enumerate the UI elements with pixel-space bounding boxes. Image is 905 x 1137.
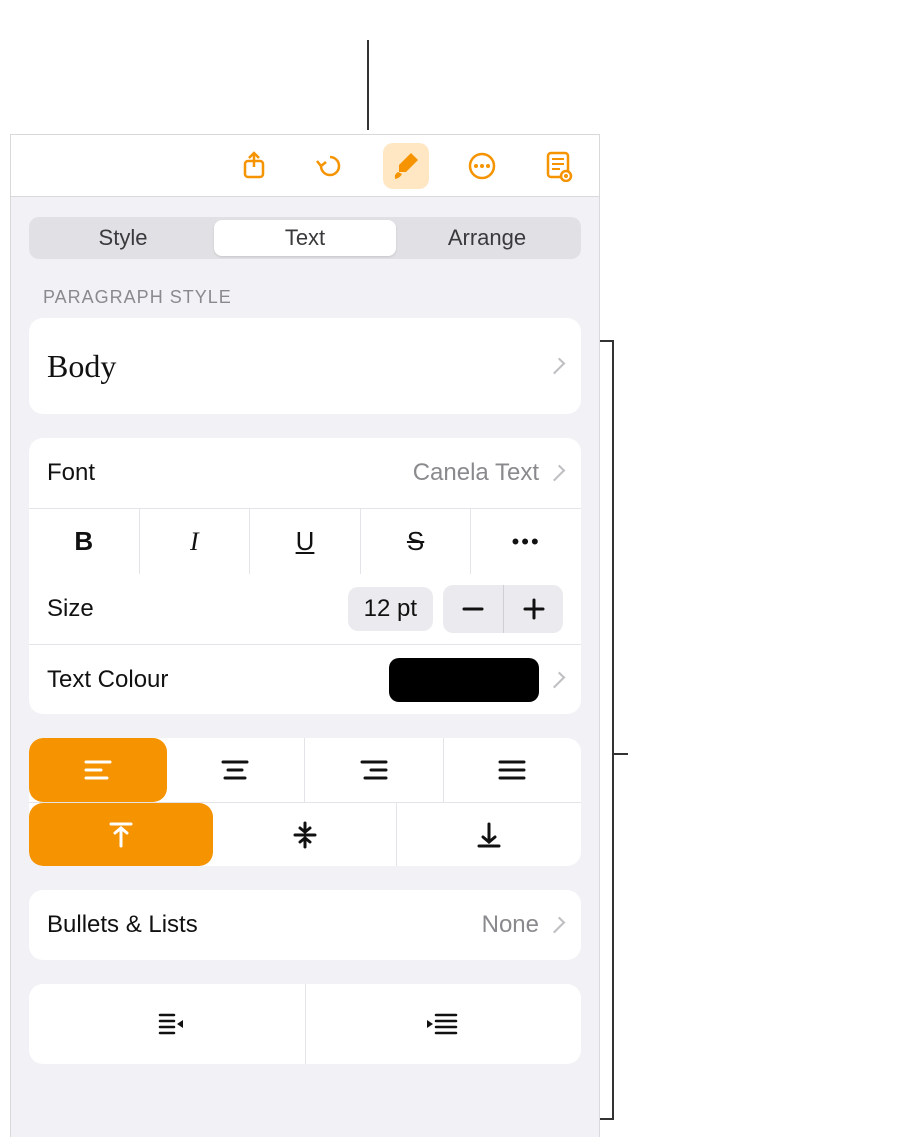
size-value[interactable]: 12 pt bbox=[348, 587, 433, 631]
paintbrush-icon[interactable] bbox=[383, 143, 429, 189]
font-row[interactable]: Font Canela Text bbox=[29, 438, 581, 508]
bold-button[interactable]: B bbox=[29, 509, 139, 574]
strikethrough-button[interactable]: S bbox=[360, 509, 471, 574]
bullets-value: None bbox=[482, 911, 539, 939]
text-colour-swatch[interactable] bbox=[389, 658, 539, 702]
chevron-right-icon bbox=[549, 358, 566, 375]
bullets-row[interactable]: Bullets & Lists None bbox=[29, 890, 581, 960]
tab-segmented-control: Style Text Arrange bbox=[29, 217, 581, 259]
paragraph-style-row[interactable]: Body bbox=[29, 318, 581, 414]
valign-bottom-button[interactable] bbox=[396, 803, 581, 866]
undo-icon[interactable] bbox=[307, 143, 353, 189]
more-text-options-button[interactable]: ••• bbox=[470, 509, 581, 574]
size-label: Size bbox=[47, 595, 94, 623]
align-left-button[interactable] bbox=[29, 738, 167, 802]
font-value: Canela Text bbox=[413, 459, 539, 487]
paragraph-style-section-label: PARAGRAPH STYLE bbox=[43, 287, 575, 308]
callout-line-top bbox=[367, 40, 369, 130]
vertical-align-row bbox=[29, 802, 581, 866]
text-colour-row[interactable]: Text Colour bbox=[29, 644, 581, 714]
chevron-right-icon bbox=[549, 671, 566, 688]
text-colour-label: Text Colour bbox=[47, 666, 168, 694]
font-style-row: B I U S ••• bbox=[29, 508, 581, 574]
paragraph-style-card: Body bbox=[29, 318, 581, 414]
indent-card bbox=[29, 984, 581, 1064]
bullets-card: Bullets & Lists None bbox=[29, 890, 581, 960]
chevron-right-icon bbox=[549, 465, 566, 482]
tab-text[interactable]: Text bbox=[214, 220, 396, 256]
valign-top-button[interactable] bbox=[29, 803, 213, 866]
size-row: Size 12 pt bbox=[29, 574, 581, 644]
chevron-right-icon bbox=[549, 917, 566, 934]
top-toolbar bbox=[11, 135, 599, 197]
font-card: Font Canela Text B I U S ••• Size 12 pt bbox=[29, 438, 581, 714]
underline-button[interactable]: U bbox=[249, 509, 360, 574]
size-stepper bbox=[443, 585, 563, 633]
share-icon[interactable] bbox=[231, 143, 277, 189]
outdent-button[interactable] bbox=[29, 984, 305, 1064]
alignment-card bbox=[29, 738, 581, 866]
size-decrease-button[interactable] bbox=[443, 585, 503, 633]
paragraph-style-name: Body bbox=[47, 348, 116, 385]
valign-middle-button[interactable] bbox=[213, 803, 397, 866]
size-increase-button[interactable] bbox=[503, 585, 563, 633]
align-justify-button[interactable] bbox=[443, 738, 582, 802]
format-panel: Style Text Arrange PARAGRAPH STYLE Body … bbox=[10, 134, 600, 1137]
align-right-button[interactable] bbox=[304, 738, 443, 802]
indent-button[interactable] bbox=[305, 984, 582, 1064]
tab-arrange[interactable]: Arrange bbox=[396, 220, 578, 256]
callout-bracket-right bbox=[600, 340, 628, 1120]
more-icon[interactable] bbox=[459, 143, 505, 189]
align-center-button[interactable] bbox=[167, 738, 305, 802]
tab-style[interactable]: Style bbox=[32, 220, 214, 256]
horizontal-align-row bbox=[29, 738, 581, 802]
font-label: Font bbox=[47, 459, 95, 487]
italic-button[interactable]: I bbox=[139, 509, 250, 574]
bullets-label: Bullets & Lists bbox=[47, 911, 198, 939]
document-view-icon[interactable] bbox=[535, 143, 581, 189]
